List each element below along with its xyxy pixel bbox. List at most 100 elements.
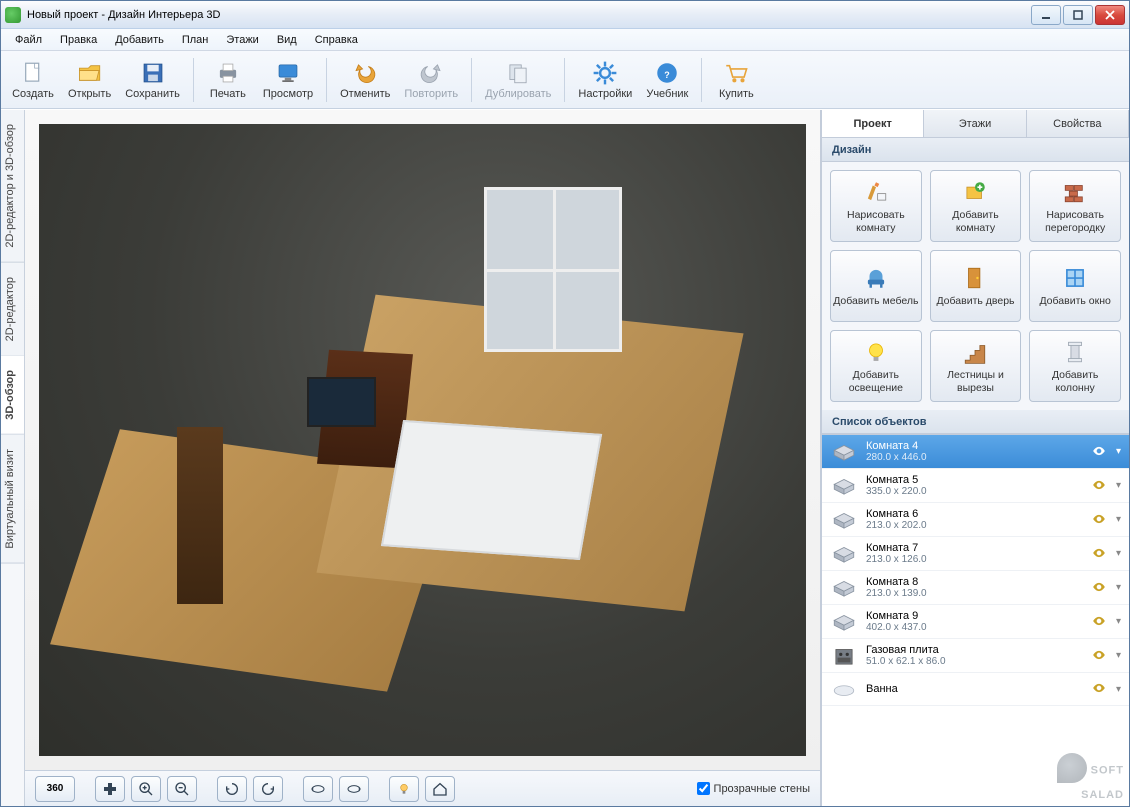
right-panel: ПроектЭтажиСвойства Дизайн Нарисовать ко… — [821, 110, 1129, 806]
object-row[interactable]: Комната 6213.0 x 202.0 ▾ — [822, 503, 1129, 537]
duplicate-button: Дублировать — [478, 54, 558, 106]
design-column-button[interactable]: Добавить колонну — [1029, 330, 1121, 402]
menu-Справка[interactable]: Справка — [307, 31, 366, 49]
view-home-button[interactable] — [425, 776, 455, 802]
chevron-down-icon[interactable]: ▾ — [1116, 548, 1121, 559]
box-icon — [830, 577, 858, 599]
chevron-down-icon[interactable]: ▾ — [1116, 446, 1121, 457]
print-button[interactable]: Печать — [200, 54, 256, 106]
draw-room-icon — [862, 178, 890, 206]
menu-Правка[interactable]: Правка — [52, 31, 105, 49]
design-stairs-button[interactable]: Лестницы и вырезы — [930, 330, 1022, 402]
menu-Добавить[interactable]: Добавить — [107, 31, 172, 49]
right-tab-Проект[interactable]: Проект — [822, 110, 924, 137]
design-window-button[interactable]: Добавить окно — [1029, 250, 1121, 322]
view-orbit-left-button[interactable] — [303, 776, 333, 802]
left-tab-3d[interactable]: 3D-обзор — [1, 356, 24, 435]
visibility-icon[interactable] — [1092, 681, 1108, 697]
object-row[interactable]: Газовая плита51.0 x 62.1 x 86.0 ▾ — [822, 639, 1129, 673]
visibility-icon[interactable] — [1092, 444, 1108, 460]
object-row[interactable]: Комната 5335.0 x 220.0 ▾ — [822, 469, 1129, 503]
visibility-icon[interactable] — [1092, 580, 1108, 596]
box-icon — [830, 475, 858, 497]
printer-icon — [214, 59, 242, 87]
door-icon — [961, 264, 989, 292]
menubar: ФайлПравкаДобавитьПланЭтажиВидСправка — [1, 29, 1129, 51]
transparent-walls-checkbox[interactable]: Прозрачные стены — [697, 782, 810, 795]
chevron-down-icon[interactable]: ▾ — [1116, 514, 1121, 525]
redo-button: Повторить — [397, 54, 465, 106]
view-orbit-right-button[interactable] — [339, 776, 369, 802]
view-pan-button[interactable] — [95, 776, 125, 802]
menu-Вид[interactable]: Вид — [269, 31, 305, 49]
settings-button[interactable]: Настройки — [571, 54, 639, 106]
close-button[interactable] — [1095, 5, 1125, 25]
create-button[interactable]: Создать — [5, 54, 61, 106]
content-area: 2D-редактор и 3D-обзор2D-редактор3D-обзо… — [1, 109, 1129, 806]
save-button[interactable]: Сохранить — [118, 54, 187, 106]
view-rotate-right-button[interactable] — [253, 776, 283, 802]
light-icon — [862, 338, 890, 366]
menu-Файл[interactable]: Файл — [7, 31, 50, 49]
left-tab-2d3d[interactable]: 2D-редактор и 3D-обзор — [1, 110, 24, 263]
view-light-button[interactable] — [389, 776, 419, 802]
buy-button[interactable]: Купить — [708, 54, 764, 106]
design-door-button[interactable]: Добавить дверь — [930, 250, 1022, 322]
maximize-button[interactable] — [1063, 5, 1093, 25]
object-row[interactable]: Ванна ▾ — [822, 673, 1129, 706]
design-buttons: Нарисовать комнатуДобавить комнатуНарисо… — [822, 162, 1129, 410]
visibility-icon[interactable] — [1092, 512, 1108, 528]
scene-render — [39, 124, 806, 756]
view-zoom-out-button[interactable] — [167, 776, 197, 802]
wall-icon — [1061, 178, 1089, 206]
design-draw-room-button[interactable]: Нарисовать комнату — [830, 170, 922, 242]
object-row[interactable]: Комната 8213.0 x 139.0 ▾ — [822, 571, 1129, 605]
window-icon — [1061, 264, 1089, 292]
gear-icon — [591, 59, 619, 87]
chevron-down-icon[interactable]: ▾ — [1116, 616, 1121, 627]
visibility-icon[interactable] — [1092, 546, 1108, 562]
chevron-down-icon[interactable]: ▾ — [1116, 582, 1121, 593]
object-row[interactable]: Комната 9402.0 x 437.0 ▾ — [822, 605, 1129, 639]
view-zoom-in-button[interactable] — [131, 776, 161, 802]
view-rotate-left-button[interactable] — [217, 776, 247, 802]
svg-text:?: ? — [665, 70, 670, 80]
minimize-button[interactable] — [1031, 5, 1061, 25]
menu-Этажи[interactable]: Этажи — [218, 31, 266, 49]
object-row[interactable]: Комната 7213.0 x 126.0 ▾ — [822, 537, 1129, 571]
chevron-down-icon[interactable]: ▾ — [1116, 650, 1121, 661]
redo-icon — [417, 59, 445, 87]
right-tab-Этажи[interactable]: Этажи — [924, 110, 1026, 137]
window-buttons — [1031, 5, 1125, 25]
box-icon — [830, 543, 858, 565]
open-button[interactable]: Открыть — [61, 54, 118, 106]
chevron-down-icon[interactable]: ▾ — [1116, 480, 1121, 491]
menu-План[interactable]: План — [174, 31, 217, 49]
view-toolbar: 360 Прозрачные стены — [25, 770, 820, 806]
preview-button[interactable]: Просмотр — [256, 54, 320, 106]
design-furniture-button[interactable]: Добавить мебель — [830, 250, 922, 322]
left-tab-virtual[interactable]: Виртуальный визит — [1, 435, 24, 564]
chevron-down-icon[interactable]: ▾ — [1116, 684, 1121, 695]
left-tab-2d[interactable]: 2D-редактор — [1, 263, 24, 356]
box-icon — [830, 611, 858, 633]
design-add-room-button[interactable]: Добавить комнату — [930, 170, 1022, 242]
objects-header: Список объектов — [822, 410, 1129, 434]
design-wall-button[interactable]: Нарисовать перегородку — [1029, 170, 1121, 242]
object-list[interactable]: Комната 4280.0 x 446.0 ▾ Комната 5335.0 … — [822, 434, 1129, 806]
undo-button[interactable]: Отменить — [333, 54, 397, 106]
monitor-icon — [274, 59, 302, 87]
object-row[interactable]: Комната 4280.0 x 446.0 ▾ — [822, 435, 1129, 469]
visibility-icon[interactable] — [1092, 648, 1108, 664]
3d-scene[interactable] — [25, 110, 820, 770]
visibility-icon[interactable] — [1092, 614, 1108, 630]
design-light-button[interactable]: Добавить освещение — [830, 330, 922, 402]
right-tab-Свойства[interactable]: Свойства — [1027, 110, 1129, 137]
help-button[interactable]: ?Учебник — [639, 54, 695, 106]
view-360-button[interactable]: 360 — [35, 776, 75, 802]
visibility-icon[interactable] — [1092, 478, 1108, 494]
undo-icon — [351, 59, 379, 87]
copy-icon — [504, 59, 532, 87]
help-icon: ? — [653, 59, 681, 87]
stove-icon — [830, 645, 858, 667]
